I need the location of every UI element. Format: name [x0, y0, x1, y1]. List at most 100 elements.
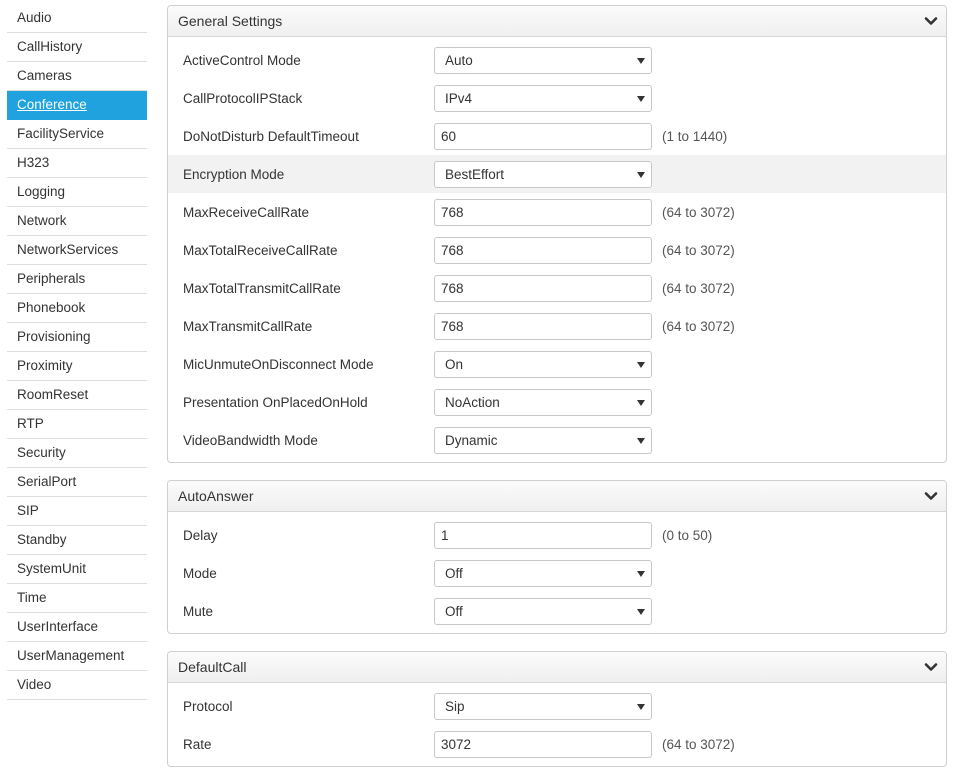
- range-hint: (1 to 1440): [662, 128, 728, 144]
- caret-down-icon: [637, 57, 645, 64]
- setting-row: ActiveControl Mode Auto: [168, 41, 946, 79]
- setting-row: VideoBandwidth Mode Dynamic: [168, 421, 946, 459]
- setting-row: DoNotDisturb DefaultTimeout (1 to 1440): [168, 117, 946, 155]
- range-hint: (0 to 50): [662, 527, 713, 543]
- setting-row: Mode Off: [168, 554, 946, 592]
- sidebar-item-networkservices[interactable]: NetworkServices: [7, 236, 147, 265]
- select-value: Dynamic: [445, 432, 498, 448]
- defaultcall-protocol-select[interactable]: Sip: [434, 692, 652, 720]
- sidebar-item-userinterface[interactable]: UserInterface: [7, 613, 147, 642]
- maxtotalreceivecallrate-input[interactable]: [434, 236, 652, 264]
- sidebar-item-facilityservice[interactable]: FacilityService: [7, 120, 147, 149]
- maxtransmitcallrate-input[interactable]: [434, 312, 652, 340]
- select-value: BestEffort: [445, 166, 505, 182]
- sidebar-item-callhistory[interactable]: CallHistory: [7, 33, 147, 62]
- encryption-mode-select[interactable]: BestEffort: [434, 160, 652, 188]
- sidebar-item-serialport[interactable]: SerialPort: [7, 468, 147, 497]
- general-settings-body: ActiveControl Mode Auto CallProtocolIPSt…: [168, 37, 946, 462]
- sidebar-item-audio[interactable]: Audio: [7, 4, 147, 33]
- setting-label: CallProtocolIPStack: [183, 90, 303, 106]
- sidebar-item-conference[interactable]: Conference: [7, 91, 147, 120]
- range-hint: (64 to 3072): [662, 280, 735, 296]
- autoanswer-mode-select[interactable]: Off: [434, 559, 652, 587]
- sidebar-item-time[interactable]: Time: [7, 584, 147, 613]
- range-hint: (64 to 3072): [662, 736, 735, 752]
- setting-row: CallProtocolIPStack IPv4: [168, 79, 946, 117]
- select-value: NoAction: [445, 394, 500, 410]
- callprotocolipstack-select[interactable]: IPv4: [434, 84, 652, 112]
- setting-row: MicUnmuteOnDisconnect Mode On: [168, 345, 946, 383]
- select-value: Sip: [445, 698, 465, 714]
- panel-title: DefaultCall: [178, 659, 247, 675]
- defaultcall-header[interactable]: DefaultCall: [168, 652, 946, 683]
- sidebar-item-network[interactable]: Network: [7, 207, 147, 236]
- sidebar-item-h323[interactable]: H323: [7, 149, 147, 178]
- caret-down-icon: [637, 399, 645, 406]
- sidebar-item-systemunit[interactable]: SystemUnit: [7, 555, 147, 584]
- setting-row: MaxTotalReceiveCallRate (64 to 3072): [168, 231, 946, 269]
- chevron-down-icon[interactable]: [924, 14, 938, 28]
- setting-row: Presentation OnPlacedOnHold NoAction: [168, 383, 946, 421]
- autoanswer-body: Delay (0 to 50) Mode Off Mute Off: [168, 512, 946, 633]
- settings-content: General Settings ActiveControl Mode Auto…: [167, 5, 947, 784]
- sidebar-item-cameras[interactable]: Cameras: [7, 62, 147, 91]
- caret-down-icon: [637, 171, 645, 178]
- defaultcall-panel: DefaultCall Protocol Sip Rate (64 to 307…: [167, 651, 947, 767]
- setting-row: Delay (0 to 50): [168, 516, 946, 554]
- maxreceivecallrate-input[interactable]: [434, 198, 652, 226]
- caret-down-icon: [637, 608, 645, 615]
- sidebar-item-peripherals[interactable]: Peripherals: [7, 265, 147, 294]
- setting-label: MaxTransmitCallRate: [183, 318, 313, 334]
- setting-row: Encryption Mode BestEffort: [168, 155, 946, 193]
- sidebar-item-standby[interactable]: Standby: [7, 526, 147, 555]
- setting-row: MaxTransmitCallRate (64 to 3072): [168, 307, 946, 345]
- autoanswer-panel: AutoAnswer Delay (0 to 50) Mode Off Mute…: [167, 480, 947, 634]
- sidebar-item-roomreset[interactable]: RoomReset: [7, 381, 147, 410]
- presentation-onhold-select[interactable]: NoAction: [434, 388, 652, 416]
- sidebar-item-usermanagement[interactable]: UserManagement: [7, 642, 147, 671]
- sidebar-item-video[interactable]: Video: [7, 671, 147, 700]
- activecontrol-mode-select[interactable]: Auto: [434, 46, 652, 74]
- setting-row: Rate (64 to 3072): [168, 725, 946, 763]
- setting-label: DoNotDisturb DefaultTimeout: [183, 128, 359, 144]
- autoanswer-delay-input[interactable]: [434, 521, 652, 549]
- caret-down-icon: [637, 361, 645, 368]
- donotdisturb-timeout-input[interactable]: [434, 122, 652, 150]
- autoanswer-header[interactable]: AutoAnswer: [168, 481, 946, 512]
- micunmute-mode-select[interactable]: On: [434, 350, 652, 378]
- setting-label: VideoBandwidth Mode: [183, 432, 318, 448]
- videobandwidth-mode-select[interactable]: Dynamic: [434, 426, 652, 454]
- range-hint: (64 to 3072): [662, 318, 735, 334]
- panel-title: AutoAnswer: [178, 488, 254, 504]
- setting-label: MaxReceiveCallRate: [183, 204, 310, 220]
- caret-down-icon: [637, 95, 645, 102]
- sidebar-item-proximity[interactable]: Proximity: [7, 352, 147, 381]
- select-value: IPv4: [445, 90, 473, 106]
- sidebar-item-sip[interactable]: SIP: [7, 497, 147, 526]
- setting-row: Mute Off: [168, 592, 946, 630]
- setting-row: Protocol Sip: [168, 687, 946, 725]
- chevron-down-icon[interactable]: [924, 660, 938, 674]
- setting-label: Protocol: [183, 698, 233, 714]
- select-value: Off: [445, 603, 463, 619]
- sidebar-item-provisioning[interactable]: Provisioning: [7, 323, 147, 352]
- sidebar-item-rtp[interactable]: RTP: [7, 410, 147, 439]
- setting-label: MaxTotalReceiveCallRate: [183, 242, 338, 258]
- defaultcall-rate-input[interactable]: [434, 730, 652, 758]
- select-value: Auto: [445, 52, 473, 68]
- sidebar-item-logging[interactable]: Logging: [7, 178, 147, 207]
- setting-label: Mode: [183, 565, 217, 581]
- maxtotaltransmitcallrate-input[interactable]: [434, 274, 652, 302]
- setting-label: Rate: [183, 736, 212, 752]
- select-value: Off: [445, 565, 463, 581]
- select-value: On: [445, 356, 464, 372]
- setting-label: ActiveControl Mode: [183, 52, 301, 68]
- general-settings-header[interactable]: General Settings: [168, 6, 946, 37]
- sidebar-item-security[interactable]: Security: [7, 439, 147, 468]
- chevron-down-icon[interactable]: [924, 489, 938, 503]
- sidebar-item-phonebook[interactable]: Phonebook: [7, 294, 147, 323]
- autoanswer-mute-select[interactable]: Off: [434, 597, 652, 625]
- range-hint: (64 to 3072): [662, 242, 735, 258]
- setting-label: MicUnmuteOnDisconnect Mode: [183, 356, 374, 372]
- setting-label: Encryption Mode: [183, 166, 285, 182]
